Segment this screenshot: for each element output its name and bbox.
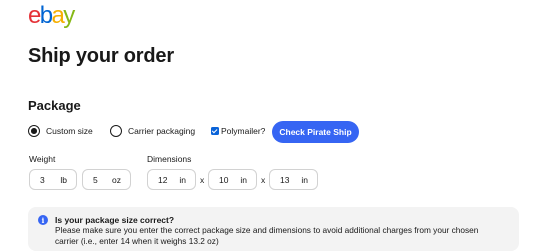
dimension-length-value: 12 — [158, 174, 168, 185]
notice-title: Is your package size correct? — [55, 215, 175, 225]
polymailer-option[interactable]: Polymailer? — [211, 121, 265, 141]
dimension-height-value: 13 — [280, 174, 290, 185]
check-pirate-ship-button[interactable]: Check Pirate Ship — [272, 121, 359, 143]
package-section-title: Package — [28, 98, 81, 113]
weight-lb-value: 3 — [40, 174, 45, 185]
dimension-length-unit: in — [179, 174, 186, 185]
dimension-height-field[interactable]: 13 in — [269, 169, 318, 190]
logo-letter-e: e — [28, 2, 41, 29]
custom-size-radio[interactable] — [28, 125, 40, 137]
weight-oz-unit: oz — [112, 174, 121, 185]
dimension-width-field[interactable]: 10 in — [208, 169, 257, 190]
dimension-height-unit: in — [301, 174, 308, 185]
dimension-length-field[interactable]: 12 in — [147, 169, 196, 190]
ebay-logo[interactable]: e b a y — [28, 2, 75, 29]
carrier-packaging-radio-option[interactable]: Carrier packaging — [110, 121, 195, 141]
carrier-packaging-radio[interactable] — [110, 125, 122, 137]
weight-oz-field[interactable]: 5 oz — [82, 169, 131, 190]
dimension-separator: x — [261, 175, 266, 185]
page-title: Ship your order — [28, 45, 174, 67]
weight-lb-unit: lb — [60, 174, 67, 185]
package-size-notice: i Is your package size correct? Please m… — [28, 207, 519, 251]
dimensions-label: Dimensions — [147, 154, 192, 164]
info-icon: i — [38, 215, 48, 225]
carrier-packaging-label: Carrier packaging — [128, 126, 196, 136]
logo-letter-y: y — [63, 2, 75, 29]
logo-letter-a: a — [51, 2, 65, 29]
custom-size-label: Custom size — [46, 126, 93, 136]
polymailer-checkbox[interactable] — [211, 127, 219, 135]
weight-lb-field[interactable]: 3 lb — [29, 169, 77, 190]
dimension-separator: x — [200, 175, 205, 185]
notice-body: Please make sure you enter the correct p… — [55, 225, 479, 246]
polymailer-label: Polymailer? — [221, 126, 266, 136]
dimension-width-value: 10 — [219, 174, 229, 185]
logo-letter-b: b — [39, 2, 53, 29]
dimension-width-unit: in — [240, 174, 247, 185]
weight-label: Weight — [29, 154, 56, 164]
custom-size-radio-option[interactable]: Custom size — [28, 121, 93, 141]
weight-oz-value: 5 — [93, 174, 98, 185]
